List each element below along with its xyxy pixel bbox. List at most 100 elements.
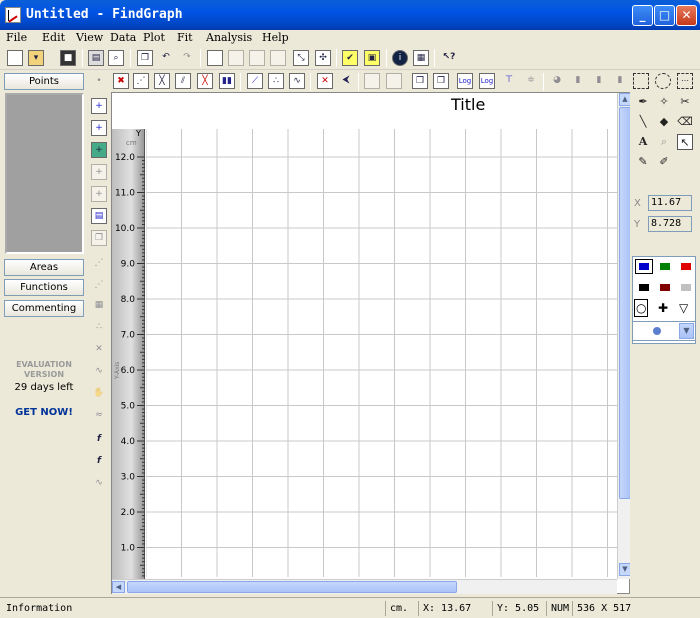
- print-icon[interactable]: ▤: [88, 50, 104, 66]
- menu-fit[interactable]: Fit: [177, 31, 193, 44]
- log-y-icon[interactable]: Log: [479, 73, 495, 89]
- cursor-tool-icon[interactable]: ↖: [677, 134, 693, 150]
- bar-chart-icon[interactable]: ▮▮: [219, 73, 235, 89]
- color-black-swatch[interactable]: [639, 284, 649, 291]
- x-coord-field[interactable]: 11.67: [648, 195, 692, 211]
- cross-marker-icon[interactable]: ✚: [658, 301, 668, 315]
- points-button[interactable]: Points: [4, 73, 84, 90]
- plot-grid[interactable]: [146, 129, 618, 577]
- redo-icon[interactable]: ↷: [179, 50, 195, 66]
- table-icon[interactable]: ▦: [413, 50, 429, 66]
- layer-4-icon[interactable]: ❐: [433, 73, 449, 89]
- save-icon[interactable]: ■: [60, 50, 76, 66]
- check-icon[interactable]: ✔: [342, 50, 358, 66]
- page-3-icon[interactable]: [249, 50, 265, 66]
- pie-icon[interactable]: ◕: [549, 73, 565, 89]
- y-coord-field[interactable]: 8.728: [648, 216, 692, 232]
- print-preview-icon[interactable]: ⌕: [108, 50, 124, 66]
- plot-type-2-icon[interactable]: ⋰: [133, 73, 149, 89]
- pointer-icon[interactable]: •: [91, 74, 107, 90]
- plot-type-1-icon[interactable]: ✖: [113, 73, 129, 89]
- commenting-button[interactable]: Commenting: [4, 300, 84, 317]
- menu-data[interactable]: Data: [110, 31, 136, 44]
- chevron-down-icon[interactable]: ▼: [679, 323, 694, 339]
- layer-3-icon[interactable]: ❐: [412, 73, 428, 89]
- copy-icon[interactable]: ❐: [137, 50, 153, 66]
- page-icon[interactable]: [207, 50, 223, 66]
- add-table-icon[interactable]: +: [91, 142, 107, 158]
- menu-view[interactable]: View: [76, 31, 103, 44]
- bars-3-icon[interactable]: ▮: [612, 73, 628, 89]
- lasso-icon[interactable]: [655, 73, 671, 89]
- ruler-tool-icon[interactable]: ✐: [656, 154, 672, 170]
- arrow-back-icon[interactable]: ⮜: [338, 73, 354, 89]
- color-blue-swatch[interactable]: [635, 259, 653, 274]
- new-file-icon[interactable]: [7, 50, 23, 66]
- menu-analysis[interactable]: Analysis: [206, 31, 252, 44]
- zoom-icon[interactable]: ⌕: [656, 134, 672, 150]
- bars-2-icon[interactable]: ▮: [591, 73, 607, 89]
- image-icon[interactable]: ▣: [364, 50, 380, 66]
- fill-tool-icon[interactable]: ◆: [656, 114, 672, 130]
- close-button[interactable]: ✕: [676, 5, 697, 26]
- layer-2-icon[interactable]: [386, 73, 402, 89]
- fit-dots-icon[interactable]: ⋰: [91, 278, 107, 294]
- vertical-scrollbar[interactable]: ▲ ▼: [617, 93, 631, 579]
- scatter-icon[interactable]: ∴: [268, 73, 284, 89]
- plot-area[interactable]: Title Y cm Y-Axis 12.0 11.0 10.0 9.0 8.0 7.0 6…: [111, 92, 631, 594]
- undo-icon[interactable]: ↶: [158, 50, 174, 66]
- color-green-swatch[interactable]: [660, 263, 670, 270]
- rect-select-icon[interactable]: [633, 73, 649, 89]
- menu-help[interactable]: Help: [262, 31, 289, 44]
- info-icon[interactable]: i: [392, 50, 408, 66]
- select-region-icon[interactable]: ⋯: [677, 73, 693, 89]
- page-2-icon[interactable]: [228, 50, 244, 66]
- color-gray-swatch[interactable]: [681, 284, 691, 291]
- horizontal-scroll-thumb[interactable]: [127, 581, 457, 593]
- import-icon[interactable]: ▤: [91, 208, 107, 224]
- fit-page-icon[interactable]: ✣: [315, 50, 331, 66]
- fit-table-icon[interactable]: ▦: [91, 298, 107, 314]
- color-maroon-swatch[interactable]: [660, 284, 670, 291]
- menu-edit[interactable]: Edit: [42, 31, 65, 44]
- color-red-swatch[interactable]: [681, 263, 691, 270]
- maximize-button[interactable]: □: [654, 5, 675, 26]
- add-item-icon[interactable]: +: [91, 164, 107, 180]
- text-tool-icon[interactable]: A: [635, 134, 651, 150]
- magic-select-icon[interactable]: ✧: [656, 94, 672, 110]
- scroll-left-arrow[interactable]: ◀: [112, 581, 125, 593]
- plot-type-5-icon[interactable]: ╳: [197, 73, 213, 89]
- eyedropper-icon[interactable]: ✒: [635, 94, 651, 110]
- open-folder-icon[interactable]: ▾: [28, 50, 44, 66]
- triangle-marker-icon[interactable]: ▽: [679, 301, 688, 315]
- pick-point-icon[interactable]: ✎: [635, 154, 651, 170]
- fit-line-icon[interactable]: ⋰: [91, 256, 107, 272]
- page-4-icon[interactable]: [270, 50, 286, 66]
- resize-icon[interactable]: ⤡: [293, 50, 309, 66]
- curve-icon[interactable]: ∿: [289, 73, 305, 89]
- menu-file[interactable]: File: [6, 31, 27, 44]
- plot-title[interactable]: Title: [451, 95, 485, 114]
- add-point-icon[interactable]: +: [91, 98, 107, 114]
- eraser-icon[interactable]: ⌫: [677, 114, 693, 130]
- cut-select-icon[interactable]: ✂: [677, 94, 693, 110]
- fit-cross-icon[interactable]: ✕: [91, 342, 107, 358]
- menu-plot[interactable]: Plot: [143, 31, 165, 44]
- circle-marker-icon[interactable]: ○: [633, 299, 649, 317]
- fit-curve-icon[interactable]: ∿: [91, 364, 107, 380]
- bars-1-icon[interactable]: ▮: [570, 73, 586, 89]
- areas-button[interactable]: Areas: [4, 259, 84, 276]
- fit-wave-icon[interactable]: ≈: [91, 408, 107, 424]
- axis-2-icon[interactable]: ≑: [523, 73, 539, 89]
- function-table-icon[interactable]: f: [91, 454, 107, 470]
- copy-data-icon[interactable]: ❐: [91, 230, 107, 246]
- plot-type-3-icon[interactable]: ╳: [154, 73, 170, 89]
- get-now-link[interactable]: GET NOW!: [0, 407, 88, 418]
- fit-hand-icon[interactable]: ✋: [91, 386, 107, 402]
- log-x-icon[interactable]: Log: [457, 73, 473, 89]
- points-list[interactable]: [5, 93, 84, 254]
- line-tool-icon[interactable]: ╲: [635, 114, 651, 130]
- plot-type-4-icon[interactable]: ⫽: [175, 73, 191, 89]
- add-row-icon[interactable]: +: [91, 120, 107, 136]
- axis-icon[interactable]: ⊤: [501, 73, 517, 89]
